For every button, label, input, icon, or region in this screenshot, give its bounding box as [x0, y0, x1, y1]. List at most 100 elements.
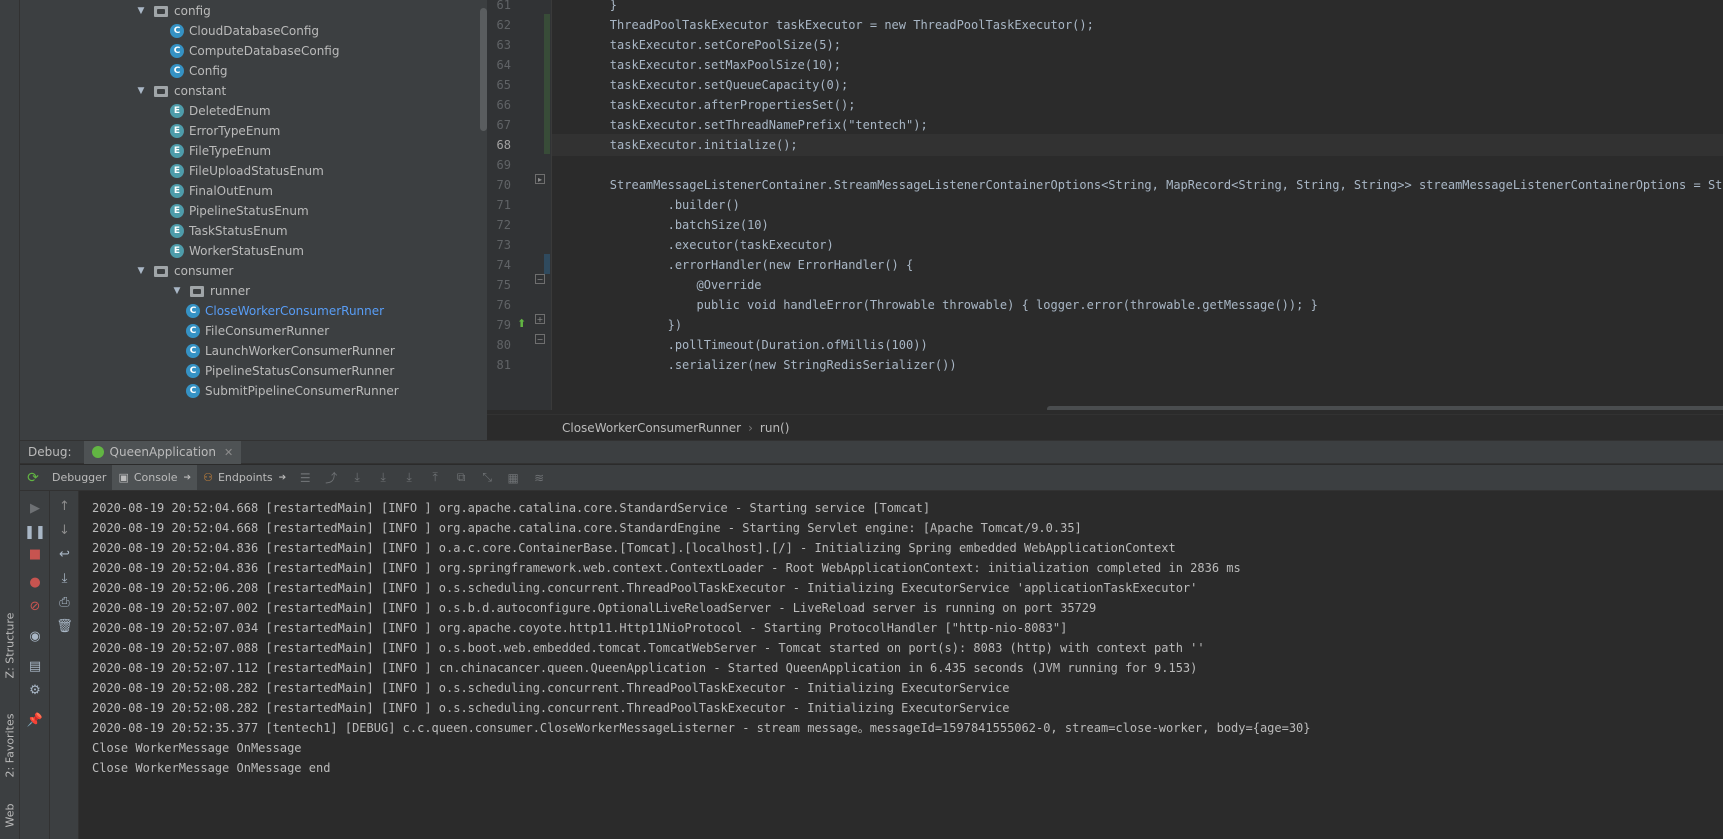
favorites-tool-tab[interactable]: 2: Favorites	[0, 700, 20, 790]
tree-folder-consumer[interactable]: ▼ consumer	[136, 260, 234, 282]
tree-item-fileuploadstatusenum[interactable]: E FileUploadStatusEnum	[170, 160, 324, 182]
run-to-cursor-icon[interactable]: ⤡	[474, 470, 500, 485]
code-line[interactable]: StreamMessageListenerContainer.StreamMes…	[552, 174, 1723, 196]
line-number[interactable]: 63	[487, 34, 511, 56]
line-number[interactable]: 66	[487, 94, 511, 116]
code-line[interactable]: taskExecutor.setMaxPoolSize(10);	[552, 54, 1723, 76]
project-tree[interactable]: ▼ config C CloudDatabaseConfig C ComputeDatab…	[20, 0, 487, 440]
code-line[interactable]: taskExecutor.setThreadNamePrefix("tentec…	[552, 114, 1723, 136]
line-number[interactable]: 70	[487, 174, 511, 196]
code-line[interactable]: .pollTimeout(Duration.ofMillis(100))	[552, 334, 1723, 356]
scroll-up-icon[interactable]: ↑	[50, 499, 79, 514]
tree-item-taskstatusenum[interactable]: E TaskStatusEnum	[170, 220, 288, 242]
tree-item-workerstatusenum[interactable]: E WorkerStatusEnum	[170, 240, 304, 262]
tab-endpoints[interactable]: ⚇ Endpoints ➔	[197, 465, 292, 490]
settings-icon[interactable]: ⚙	[20, 683, 50, 698]
code-line[interactable]: .executor(taskExecutor)	[552, 234, 1723, 256]
code-line[interactable]: })	[552, 314, 1723, 336]
line-number[interactable]: 67	[487, 114, 511, 136]
camera-icon[interactable]: ◉	[20, 629, 50, 644]
code-line[interactable]: .builder()	[552, 194, 1723, 216]
rerun-icon[interactable]: ⟳	[20, 470, 46, 486]
override-method-icon[interactable]: ⬆	[517, 317, 526, 330]
line-number[interactable]: 80	[487, 334, 511, 356]
tree-item-finaloutenum[interactable]: E FinalOutEnum	[170, 180, 273, 202]
close-icon[interactable]: ✕	[224, 446, 233, 459]
expand-arrow-icon[interactable]: ▼	[136, 6, 146, 16]
show-execution-point-icon[interactable]: ⤴	[318, 469, 344, 486]
tree-folder-runner[interactable]: ▼ runner	[172, 280, 251, 302]
breadcrumb-method[interactable]: run()	[760, 421, 790, 435]
breadcrumb-class[interactable]: CloseWorkerConsumerRunner	[562, 421, 741, 435]
line-number[interactable]: 71	[487, 194, 511, 216]
trace-stream-icon[interactable]: ≋	[526, 471, 552, 485]
pause-icon[interactable]: ❚❚	[20, 525, 50, 540]
code-line[interactable]: public void handleError(Throwable throwa…	[552, 294, 1723, 316]
fold-toggle-icon[interactable]: +	[535, 314, 545, 324]
line-number[interactable]: 65	[487, 74, 511, 96]
line-number[interactable]: 75	[487, 274, 511, 296]
step-out-icon[interactable]: ⤒	[422, 470, 448, 485]
print-icon[interactable]: ⎙	[50, 595, 79, 610]
line-number[interactable]: 74	[487, 254, 511, 276]
tree-folder-config[interactable]: ▼ config	[136, 0, 211, 22]
scroll-down-icon[interactable]: ↓	[50, 523, 79, 538]
tree-item-launchworkerconsumerrunner[interactable]: C LaunchWorkerConsumerRunner	[186, 340, 395, 362]
vcs-change-marker[interactable]	[544, 254, 550, 274]
tree-item-errortypeenum[interactable]: E ErrorTypeEnum	[170, 120, 280, 142]
drop-frame-icon[interactable]: ⧉	[448, 470, 474, 485]
tree-item-fileconsumerrunner[interactable]: C FileConsumerRunner	[186, 320, 329, 342]
run-config-tab[interactable]: QueenApplication ✕	[83, 440, 242, 464]
tree-scrollbar[interactable]	[480, 8, 487, 131]
code-line[interactable]: .serializer(new StringRedisSerializer())	[552, 354, 1723, 376]
mute-breakpoints-icon[interactable]: ⊘	[20, 599, 50, 614]
fold-toggle-icon[interactable]: ▸	[535, 174, 545, 184]
console-output[interactable]: 2020-08-19 20:52:04.668 [restartedMain] …	[79, 491, 1723, 839]
clear-all-icon[interactable]: 🗑	[50, 619, 79, 634]
view-breakpoints-icon[interactable]: ●	[20, 575, 50, 590]
tree-item-deletedenum[interactable]: E DeletedEnum	[170, 100, 271, 122]
line-number[interactable]: 81	[487, 354, 511, 376]
vcs-change-marker[interactable]	[544, 14, 550, 154]
code-line[interactable]: .batchSize(10)	[552, 214, 1723, 236]
line-number[interactable]: 68	[487, 134, 511, 156]
editor-horizontal-scrollbar[interactable]	[1047, 406, 1723, 410]
resume-icon[interactable]: ▶	[20, 501, 50, 516]
soft-wrap-icon[interactable]: ↩	[50, 547, 79, 562]
expand-arrow-icon[interactable]: ▼	[136, 86, 146, 96]
force-step-into-icon[interactable]: ⤓	[396, 470, 422, 485]
code-line[interactable]: ThreadPoolTaskExecutor taskExecutor = ne…	[552, 14, 1723, 36]
code-line[interactable]: taskExecutor.setCorePoolSize(5);	[552, 34, 1723, 56]
code-line[interactable]: .errorHandler(new ErrorHandler() {	[552, 254, 1723, 276]
tree-folder-constant[interactable]: ▼ constant	[136, 80, 227, 102]
tree-item-submitpipelineconsumerrunner[interactable]: C SubmitPipelineConsumerRunner	[186, 380, 399, 402]
code-line[interactable]	[552, 154, 1723, 176]
restore-layout-icon[interactable]: ▤	[20, 659, 50, 674]
line-number[interactable]: 73	[487, 234, 511, 256]
code-line[interactable]: @Override	[552, 274, 1723, 296]
tree-item-computedatabaseconfig[interactable]: C ComputeDatabaseConfig	[170, 40, 339, 62]
editor-gutter[interactable]: 61 62 63 64 65 66 67 68 69 70 71 72 73 74 75 76 79 80 81 ▸ −…	[487, 0, 552, 410]
code-line[interactable]: taskExecutor.setQueueCapacity(0);	[552, 74, 1723, 96]
line-number[interactable]: 69	[487, 154, 511, 176]
line-number[interactable]: 79	[487, 314, 511, 336]
fold-toggle-icon[interactable]: −	[535, 274, 545, 284]
step-into-icon[interactable]: ⤓	[370, 470, 396, 485]
code-line[interactable]: taskExecutor.afterPropertiesSet();	[552, 94, 1723, 116]
code-editor[interactable]: 61 62 63 64 65 66 67 68 69 70 71 72 73 74 75 76 79 80 81 ▸ −…	[487, 0, 1723, 410]
stop-icon[interactable]: ■	[20, 547, 50, 562]
layout-icon[interactable]: ☰	[292, 471, 318, 485]
line-number[interactable]: 72	[487, 214, 511, 236]
line-number[interactable]: 64	[487, 54, 511, 76]
fold-toggle-icon[interactable]: −	[535, 334, 545, 344]
tree-item-pipelinestatusenum[interactable]: E PipelineStatusEnum	[170, 200, 309, 222]
tab-debugger[interactable]: Debugger	[46, 465, 112, 490]
pin-icon[interactable]: 📌	[20, 713, 50, 728]
step-over-icon[interactable]: ⤓	[344, 470, 370, 485]
line-number[interactable]: 62	[487, 14, 511, 36]
tab-console[interactable]: ▣ Console ➔	[112, 465, 198, 490]
code-line[interactable]: taskExecutor.initialize();	[552, 134, 1723, 156]
tree-item-closeworkerconsumerrunner[interactable]: C CloseWorkerConsumerRunner	[186, 300, 384, 322]
expand-arrow-icon[interactable]: ▼	[136, 266, 146, 276]
expand-arrow-icon[interactable]: ▼	[172, 286, 182, 296]
